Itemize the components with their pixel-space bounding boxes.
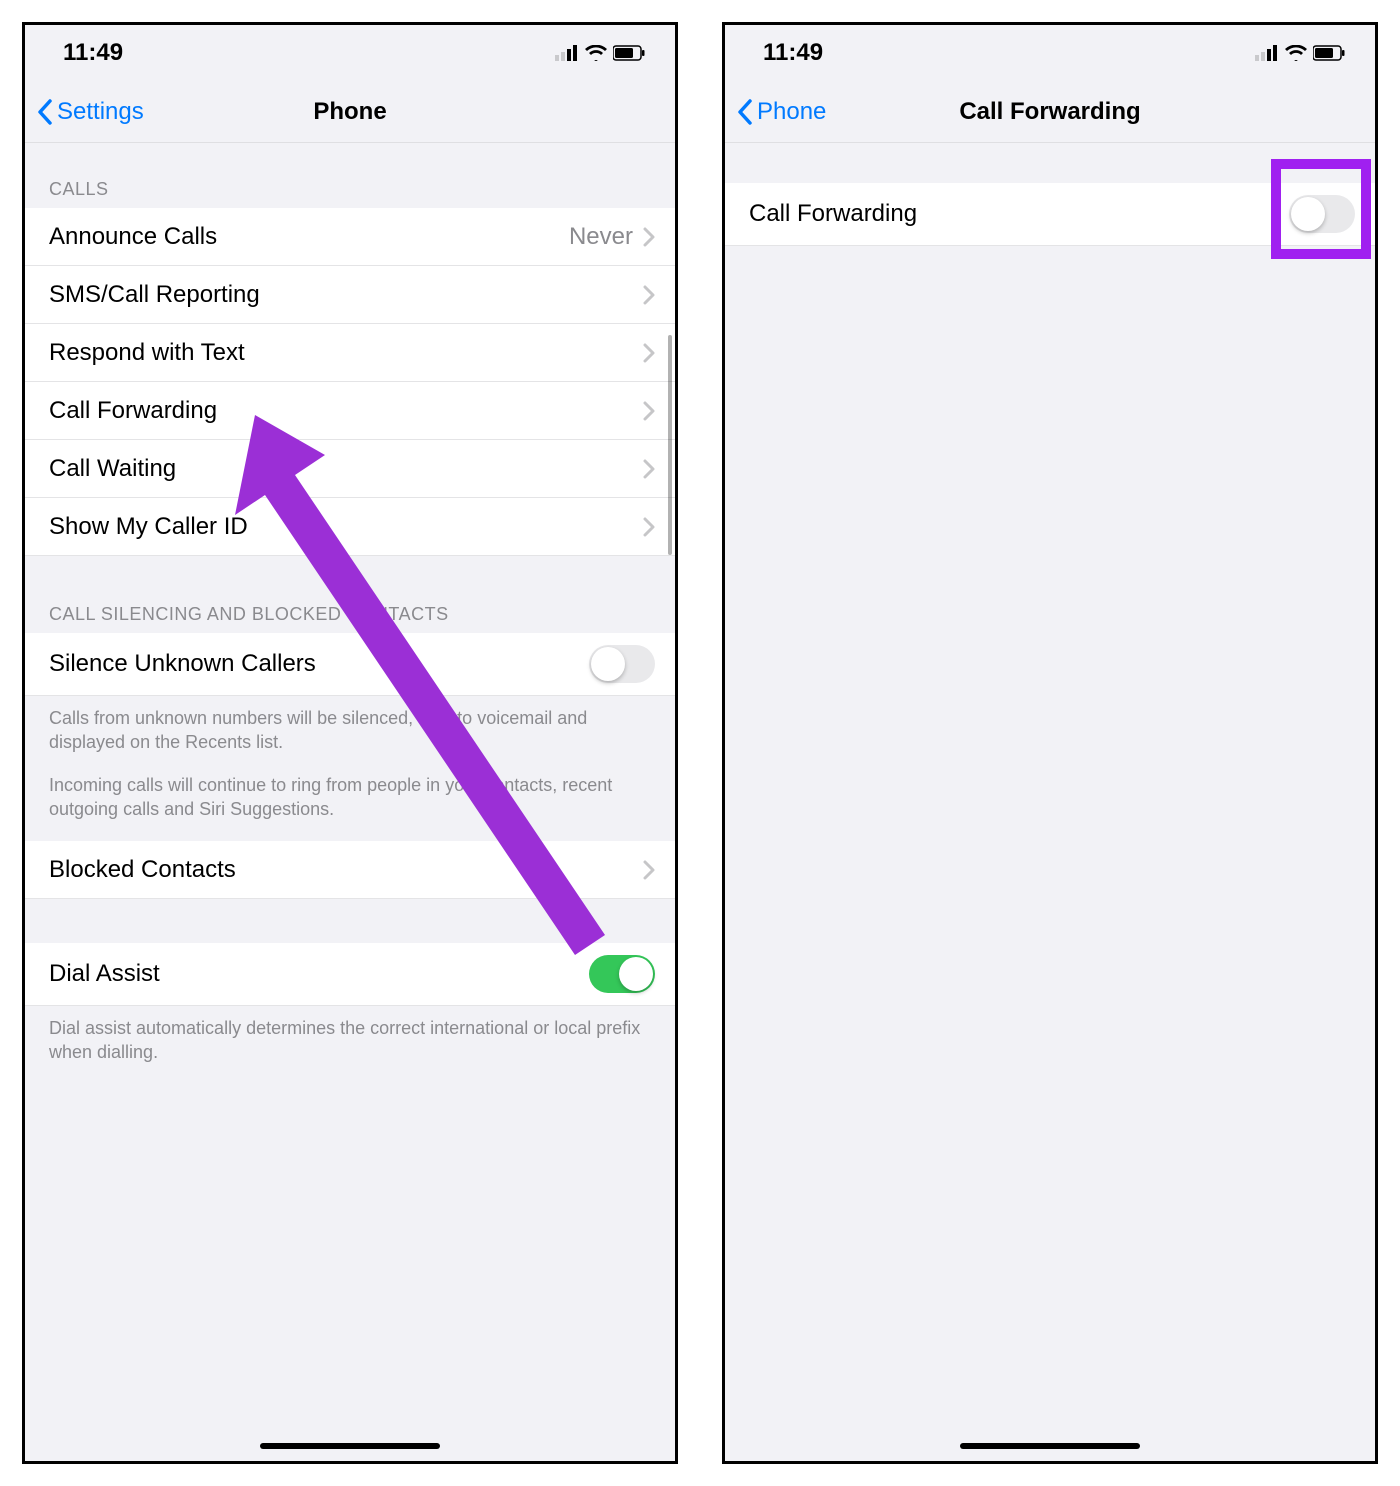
row-call-waiting[interactable]: Call Waiting	[25, 440, 675, 498]
wifi-icon	[1285, 45, 1307, 61]
row-blocked-contacts[interactable]: Blocked Contacts	[25, 841, 675, 899]
chevron-right-icon	[643, 860, 655, 880]
status-time: 11:49	[763, 39, 823, 67]
section-header-calls: CALLS	[25, 143, 675, 208]
silence-note-1: Calls from unknown numbers will be silen…	[25, 696, 675, 759]
row-label: Silence Unknown Callers	[49, 650, 316, 678]
home-indicator[interactable]	[960, 1443, 1140, 1449]
cellular-icon	[1255, 45, 1279, 61]
row-label: Respond with Text	[49, 339, 245, 367]
status-time: 11:49	[63, 39, 123, 67]
wifi-icon	[585, 45, 607, 61]
row-label: Call Waiting	[49, 455, 176, 483]
dial-assist-note: Dial assist automatically determines the…	[25, 1006, 675, 1095]
row-show-my-caller-id[interactable]: Show My Caller ID	[25, 498, 675, 556]
call-forwarding-screen: 11:49 Phone Call Forwarding Call Forward…	[722, 22, 1378, 1464]
row-label: SMS/Call Reporting	[49, 281, 260, 309]
chevron-left-icon	[37, 99, 53, 125]
scroll-indicator	[668, 335, 672, 555]
status-bar: 11:49	[25, 25, 675, 81]
section-header-silencing: CALL SILENCING AND BLOCKED CONTACTS	[25, 556, 675, 633]
row-label: Call Forwarding	[749, 200, 917, 228]
back-button-phone[interactable]: Phone	[725, 98, 826, 126]
battery-icon	[1313, 45, 1345, 61]
row-respond-with-text[interactable]: Respond with Text	[25, 324, 675, 382]
status-bar: 11:49	[725, 25, 1375, 81]
toggle-call-forwarding[interactable]	[1289, 195, 1355, 233]
cellular-icon	[555, 45, 579, 61]
back-label: Settings	[57, 98, 144, 126]
row-label: Show My Caller ID	[49, 513, 248, 541]
row-label: Dial Assist	[49, 960, 160, 988]
row-label: Blocked Contacts	[49, 856, 236, 884]
status-indicators	[555, 45, 645, 61]
battery-icon	[613, 45, 645, 61]
chevron-left-icon	[737, 99, 753, 125]
toggle-dial-assist[interactable]	[589, 955, 655, 993]
chevron-right-icon	[643, 285, 655, 305]
row-silence-unknown-callers[interactable]: Silence Unknown Callers	[25, 633, 675, 696]
home-indicator[interactable]	[260, 1443, 440, 1449]
row-label: Announce Calls	[49, 223, 217, 251]
phone-settings-screen: 11:49 Settings Phone CALLS Announce Call…	[22, 22, 678, 1464]
back-label: Phone	[757, 98, 826, 126]
row-call-forwarding[interactable]: Call Forwarding	[25, 382, 675, 440]
chevron-right-icon	[643, 343, 655, 363]
toggle-silence-unknown[interactable]	[589, 645, 655, 683]
silence-note-2: Incoming calls will continue to ring fro…	[25, 759, 675, 842]
chevron-right-icon	[643, 227, 655, 247]
chevron-right-icon	[643, 517, 655, 537]
row-call-forwarding-toggle[interactable]: Call Forwarding	[725, 183, 1375, 246]
row-dial-assist[interactable]: Dial Assist	[25, 943, 675, 1006]
chevron-right-icon	[643, 401, 655, 421]
back-button-settings[interactable]: Settings	[25, 98, 144, 126]
row-label: Call Forwarding	[49, 397, 217, 425]
row-sms-call-reporting[interactable]: SMS/Call Reporting	[25, 266, 675, 324]
nav-bar: Settings Phone	[25, 81, 675, 143]
nav-bar: Phone Call Forwarding	[725, 81, 1375, 143]
chevron-right-icon	[643, 459, 655, 479]
row-announce-calls[interactable]: Announce Calls Never	[25, 208, 675, 266]
status-indicators	[1255, 45, 1345, 61]
row-value: Never	[569, 223, 633, 251]
